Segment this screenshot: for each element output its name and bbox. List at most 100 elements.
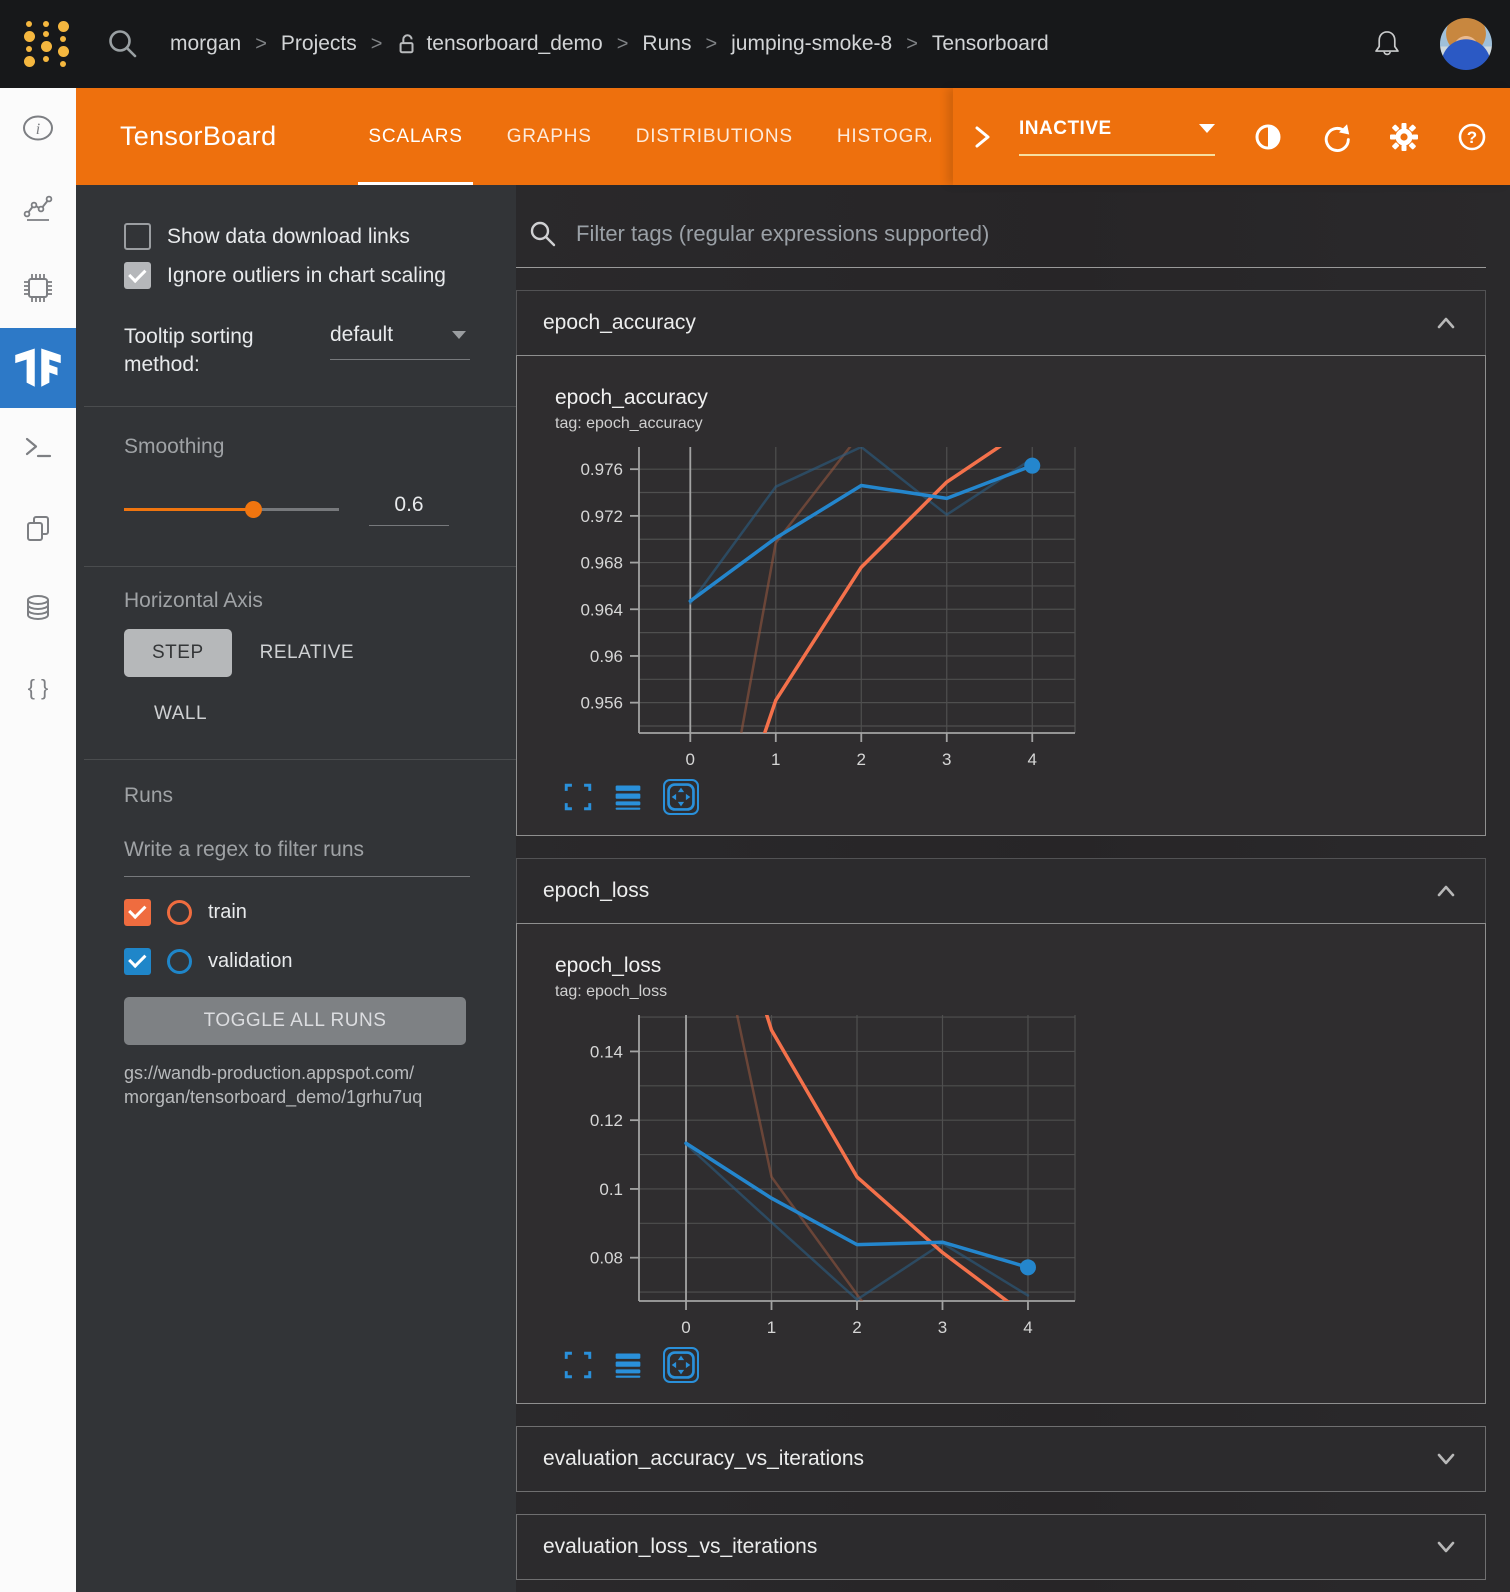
wandb-left-rail: i { }: [0, 88, 76, 1592]
breadcrumb-runs[interactable]: Runs: [642, 32, 691, 56]
refresh-icon[interactable]: [1319, 120, 1353, 154]
fit-to-data-icon[interactable]: [663, 779, 699, 815]
breadcrumb-entity[interactable]: morgan: [170, 32, 241, 56]
axis-wall-button[interactable]: WALL: [154, 703, 508, 725]
axis-step-button[interactable]: STEP: [124, 629, 232, 677]
top-navbar: morgan > Projects > tensorboard_demo > R…: [0, 0, 1510, 88]
filter-tags-placeholder: Filter tags (regular expressions support…: [576, 221, 989, 247]
chevron-right-icon[interactable]: [969, 120, 995, 154]
fullscreen-icon[interactable]: [563, 1350, 593, 1380]
tab-distributions[interactable]: DISTRIBUTIONS: [614, 88, 815, 185]
axis-relative-button[interactable]: RELATIVE: [260, 642, 354, 664]
runs-label: Runs: [124, 784, 508, 808]
tensorboard-header-right: INACTIVE ?: [953, 88, 1510, 185]
svg-text:?: ?: [1467, 128, 1477, 147]
breadcrumb-separator: >: [705, 33, 717, 56]
svg-text:4: 4: [1028, 750, 1037, 769]
sidebar-item-charts[interactable]: [0, 168, 76, 248]
svg-text:0.96: 0.96: [590, 647, 623, 666]
smoothing-value[interactable]: 0.6: [369, 493, 449, 526]
scalars-content: Filter tags (regular expressions support…: [516, 185, 1510, 1592]
svg-text:3: 3: [942, 750, 951, 769]
chart-title: epoch_loss: [555, 954, 1485, 978]
chevron-down-icon: [452, 331, 466, 339]
sidebar-item-code[interactable]: { }: [0, 648, 76, 728]
notifications-bell-icon[interactable]: [1370, 26, 1404, 62]
chart-card-epoch-accuracy: epoch_accuracy tag: epoch_accuracy 0.956…: [516, 355, 1486, 836]
run-train-color-swatch: [167, 900, 192, 925]
run-row-train: train: [124, 899, 508, 926]
fit-to-data-icon[interactable]: [663, 1347, 699, 1383]
lock-open-icon: [396, 32, 418, 56]
data-table-icon[interactable]: [613, 1350, 643, 1380]
show-download-links-checkbox[interactable]: [124, 223, 151, 250]
svg-text:0.14: 0.14: [590, 1042, 623, 1061]
run-train-checkbox[interactable]: [124, 899, 151, 926]
tooltip-sorting-dropdown[interactable]: default: [330, 323, 470, 360]
runs-regex-input[interactable]: Write a regex to filter runs: [124, 838, 470, 877]
epoch-loss-plot[interactable]: 0.080.10.120.1401234: [519, 1005, 1485, 1345]
section-header-epoch-loss[interactable]: epoch_loss: [516, 858, 1486, 923]
svg-text:i: i: [36, 121, 40, 138]
filter-tags-input[interactable]: Filter tags (regular expressions support…: [516, 205, 1486, 268]
user-avatar[interactable]: [1440, 18, 1492, 70]
section-header-epoch-accuracy[interactable]: epoch_accuracy: [516, 290, 1486, 355]
toggle-all-runs-button[interactable]: TOGGLE ALL RUNS: [124, 997, 466, 1045]
search-icon: [528, 219, 558, 249]
info-icon: i: [21, 113, 55, 143]
svg-text:3: 3: [938, 1318, 947, 1337]
sidebar-item-files[interactable]: [0, 488, 76, 568]
search-icon[interactable]: [106, 27, 140, 61]
section-header-evaluation-accuracy[interactable]: evaluation_accuracy_vs_iterations: [516, 1426, 1486, 1492]
show-download-links-label: Show data download links: [167, 225, 410, 249]
ignore-outliers-checkbox[interactable]: [124, 262, 151, 289]
wandb-logo-icon[interactable]: [14, 21, 78, 67]
cpu-chip-icon: [20, 270, 56, 306]
chevron-up-icon[interactable]: [1433, 880, 1459, 902]
svg-text:2: 2: [857, 750, 866, 769]
smoothing-slider[interactable]: [124, 501, 339, 517]
breadcrumb-separator: >: [617, 33, 629, 56]
contrast-icon[interactable]: [1251, 120, 1285, 154]
sidebar-item-artifacts[interactable]: [0, 568, 76, 648]
tab-histograms[interactable]: HISTOGRAMS: [815, 88, 932, 185]
breadcrumb-projects[interactable]: Projects: [281, 32, 357, 56]
svg-text:0.976: 0.976: [580, 460, 623, 479]
run-status-dropdown[interactable]: INACTIVE: [1019, 118, 1215, 156]
help-icon[interactable]: ?: [1455, 120, 1489, 154]
tab-scalars[interactable]: SCALARS: [346, 88, 484, 185]
breadcrumb: morgan > Projects > tensorboard_demo > R…: [170, 32, 1049, 56]
runs-storage-path: gs://wandb-production.appspot.com/ morga…: [124, 1061, 508, 1110]
chevron-down-icon[interactable]: [1433, 1536, 1459, 1558]
chart-title: epoch_accuracy: [555, 386, 1485, 410]
breadcrumb-run[interactable]: jumping-smoke-8: [731, 32, 892, 56]
sidebar-item-terminal[interactable]: [0, 408, 76, 488]
chevron-down-icon[interactable]: [1433, 1448, 1459, 1470]
sidebar-item-system[interactable]: [0, 248, 76, 328]
epoch-accuracy-plot[interactable]: 0.9560.960.9640.9680.9720.97601234: [519, 437, 1485, 777]
breadcrumb-project[interactable]: tensorboard_demo: [396, 32, 602, 56]
svg-text:1: 1: [767, 1318, 776, 1337]
svg-text:0.12: 0.12: [590, 1111, 623, 1130]
tensorflow-icon: [12, 342, 64, 394]
horizontal-axis-label: Horizontal Axis: [124, 589, 508, 613]
svg-text:0: 0: [681, 1318, 690, 1337]
run-validation-checkbox[interactable]: [124, 948, 151, 975]
tab-graphs[interactable]: GRAPHS: [485, 88, 614, 185]
gear-icon[interactable]: [1387, 120, 1421, 154]
breadcrumb-separator: >: [371, 33, 383, 56]
fullscreen-icon[interactable]: [563, 782, 593, 812]
smoothing-slider-thumb: [245, 501, 262, 518]
section-header-evaluation-loss[interactable]: evaluation_loss_vs_iterations: [516, 1514, 1486, 1580]
breadcrumb-tensorboard[interactable]: Tensorboard: [932, 32, 1049, 56]
data-table-icon[interactable]: [613, 782, 643, 812]
breadcrumb-separator: >: [255, 33, 267, 56]
sidebar-item-info[interactable]: i: [0, 88, 76, 168]
svg-text:0.964: 0.964: [580, 600, 623, 619]
sidebar-item-tensorboard[interactable]: [0, 328, 76, 408]
chevron-up-icon[interactable]: [1433, 312, 1459, 334]
smoothing-label: Smoothing: [124, 435, 508, 459]
svg-text:0.968: 0.968: [580, 554, 623, 573]
chevron-down-icon: [1199, 124, 1215, 133]
line-chart-icon: [22, 192, 54, 224]
